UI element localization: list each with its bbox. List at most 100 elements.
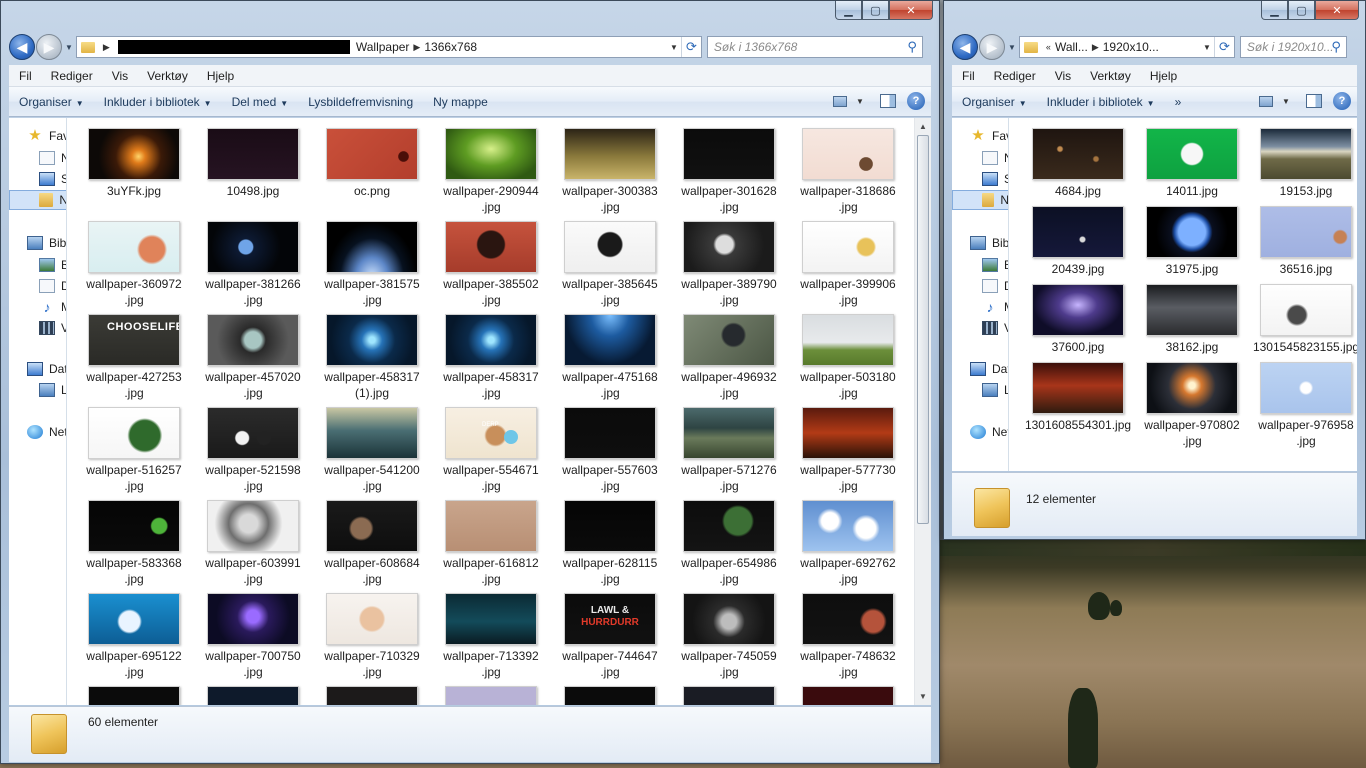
- file-item[interactable]: DERP wallpaper-554671 .jpg: [436, 407, 546, 494]
- breadcrumb-1366x768[interactable]: 1366x768: [424, 40, 477, 54]
- menu-edit[interactable]: Rediger: [984, 69, 1045, 83]
- file-item[interactable]: wallpaper-700750 .jpg: [198, 593, 308, 680]
- address-dropdown-icon[interactable]: ▼: [1200, 43, 1214, 52]
- file-item[interactable]: 10498.jpg: [198, 128, 308, 199]
- chevron-right-icon[interactable]: ▶: [1092, 42, 1099, 53]
- file-item[interactable]: 1301608554301.jpg: [1023, 362, 1133, 433]
- nav-lib-videos[interactable]: V: [982, 318, 1008, 338]
- file-item[interactable]: wallpaper-608684 .jpg: [317, 500, 427, 587]
- menu-tools[interactable]: Verktøy: [1080, 69, 1140, 83]
- file-item[interactable]: 3uYFk.jpg: [79, 128, 189, 199]
- file-item[interactable]: wallpaper-389790 .jpg: [674, 221, 784, 308]
- change-view-button[interactable]: [831, 92, 849, 110]
- nav-fav-item-2[interactable]: S: [39, 169, 66, 189]
- view-options-dropdown[interactable]: ▼: [851, 92, 869, 110]
- thumbnail-image[interactable]: [802, 686, 894, 705]
- maximize-button[interactable]: ▢: [1288, 1, 1315, 20]
- menu-file[interactable]: Fil: [952, 69, 984, 83]
- file-item[interactable]: wallpaper-970802 .jpg: [1137, 362, 1247, 449]
- file-item[interactable]: wallpaper-318686 .jpg: [793, 128, 903, 215]
- double-chevron-left-icon[interactable]: «: [1046, 42, 1051, 52]
- nav-network[interactable]: Net: [27, 422, 66, 442]
- search-icon[interactable]: ⚲: [907, 39, 917, 55]
- help-button[interactable]: ?: [907, 92, 925, 110]
- nav-computer[interactable]: Dat: [27, 359, 66, 379]
- nav-fav-item-3[interactable]: N: [952, 190, 1008, 210]
- file-item[interactable]: wallpaper-503180 .jpg: [793, 314, 903, 401]
- preview-pane-button[interactable]: [1305, 92, 1323, 110]
- forward-button[interactable]: ▶: [979, 34, 1005, 60]
- scroll-down-arrow[interactable]: ▼: [915, 688, 931, 705]
- file-item[interactable]: wallpaper-571276 .jpg: [674, 407, 784, 494]
- thumbnail-image[interactable]: [564, 686, 656, 705]
- file-item[interactable]: 37600.jpg: [1023, 284, 1133, 355]
- file-item[interactable]: wallpaper-475168 .jpg: [555, 314, 665, 401]
- maximize-button[interactable]: ▢: [862, 1, 889, 20]
- scroll-up-arrow[interactable]: ▲: [915, 118, 931, 135]
- include-in-library-button[interactable]: Inkluder i bibliotek ▼: [1037, 95, 1165, 109]
- file-item[interactable]: wallpaper-399906 .jpg: [793, 221, 903, 308]
- chevron-right-icon[interactable]: ▶: [103, 42, 110, 53]
- nav-local-disk[interactable]: L: [39, 380, 66, 400]
- more-commands-button[interactable]: »: [1165, 95, 1192, 109]
- menu-file[interactable]: Fil: [9, 69, 41, 83]
- new-folder-button[interactable]: Ny mappe: [423, 95, 498, 109]
- file-item[interactable]: wallpaper-381575 .jpg: [317, 221, 427, 308]
- recent-pages-dropdown[interactable]: ▼: [65, 43, 73, 52]
- file-item[interactable]: wallpaper-496932 .jpg: [674, 314, 784, 401]
- file-item[interactable]: CHOOSELIFE. wallpaper-427253 .jpg: [79, 314, 189, 401]
- back-button[interactable]: ◀: [9, 34, 35, 60]
- menu-tools[interactable]: Verktøy: [137, 69, 197, 83]
- share-with-button[interactable]: Del med ▼: [222, 95, 299, 109]
- file-item[interactable]: wallpaper-577730 .jpg: [793, 407, 903, 494]
- forward-button[interactable]: ▶: [36, 34, 62, 60]
- slideshow-button[interactable]: Lysbildefremvisning: [298, 95, 423, 109]
- nav-fav-item-3[interactable]: N: [9, 190, 66, 210]
- thumbnail-image[interactable]: [683, 686, 775, 705]
- breadcrumb-wallpaper[interactable]: Wall...: [1055, 40, 1088, 54]
- nav-fav-item-2[interactable]: S: [982, 169, 1008, 189]
- nav-network[interactable]: Net: [970, 422, 1008, 442]
- file-item[interactable]: wallpaper-628115 .jpg: [555, 500, 665, 587]
- refresh-icon[interactable]: ⟳: [680, 37, 701, 57]
- menu-view[interactable]: Vis: [1045, 69, 1080, 83]
- file-item[interactable]: wallpaper-745059 .jpg: [674, 593, 784, 680]
- thumbnail-image[interactable]: [207, 686, 299, 705]
- nav-libraries[interactable]: Bib: [970, 233, 1008, 253]
- change-view-button[interactable]: [1257, 92, 1275, 110]
- file-item[interactable]: wallpaper-385645 .jpg: [555, 221, 665, 308]
- breadcrumb-wallpaper[interactable]: Wallpaper: [356, 40, 410, 54]
- file-item[interactable]: wallpaper-360972 .jpg: [79, 221, 189, 308]
- file-item[interactable]: wallpaper-654986 .jpg: [674, 500, 784, 587]
- back-button[interactable]: ◀: [952, 34, 978, 60]
- file-item[interactable]: 36516.jpg: [1251, 206, 1357, 277]
- include-in-library-button[interactable]: Inkluder i bibliotek ▼: [94, 95, 222, 109]
- file-item[interactable]: LAWL & HURRDURR wallpaper-744647 .jpg: [555, 593, 665, 680]
- nav-lib-pictures[interactable]: B: [39, 255, 66, 275]
- file-item[interactable]: wallpaper-300383 .jpg: [555, 128, 665, 215]
- nav-lib-documents[interactable]: D: [39, 276, 66, 296]
- breadcrumb-1920x1080[interactable]: 1920x10...: [1103, 40, 1159, 54]
- file-item[interactable]: wallpaper-290944 .jpg: [436, 128, 546, 215]
- file-item[interactable]: wallpaper-301628 .jpg: [674, 128, 784, 215]
- file-item[interactable]: wallpaper-385502 .jpg: [436, 221, 546, 308]
- file-item[interactable]: wallpaper-541200 .jpg: [317, 407, 427, 494]
- help-button[interactable]: ?: [1333, 92, 1351, 110]
- nav-local-disk[interactable]: L: [982, 380, 1008, 400]
- organize-button[interactable]: Organiser ▼: [952, 95, 1037, 109]
- address-bar[interactable]: « Wall... ▶ 1920x10... ▼ ⟳: [1018, 36, 1235, 58]
- search-input[interactable]: Søk i 1920x10... ⚲: [1239, 36, 1347, 58]
- file-item[interactable]: 38162.jpg: [1137, 284, 1247, 355]
- file-item[interactable]: wallpaper-616812 .jpg: [436, 500, 546, 587]
- chevron-right-icon[interactable]: ▶: [413, 42, 420, 53]
- nav-lib-music[interactable]: ♪M: [39, 297, 67, 317]
- menu-help[interactable]: Hjelp: [1140, 69, 1186, 83]
- file-item[interactable]: wallpaper-381266 .jpg: [198, 221, 308, 308]
- thumbnail-image[interactable]: [326, 686, 418, 705]
- minimize-button[interactable]: ▁: [1261, 1, 1288, 20]
- nav-fav-item-1[interactable]: N: [39, 148, 66, 168]
- file-item[interactable]: wallpaper-457020 .jpg: [198, 314, 308, 401]
- nav-lib-pictures[interactable]: B: [982, 255, 1008, 275]
- file-item[interactable]: 31975.jpg: [1137, 206, 1247, 277]
- refresh-icon[interactable]: ⟳: [1213, 37, 1234, 57]
